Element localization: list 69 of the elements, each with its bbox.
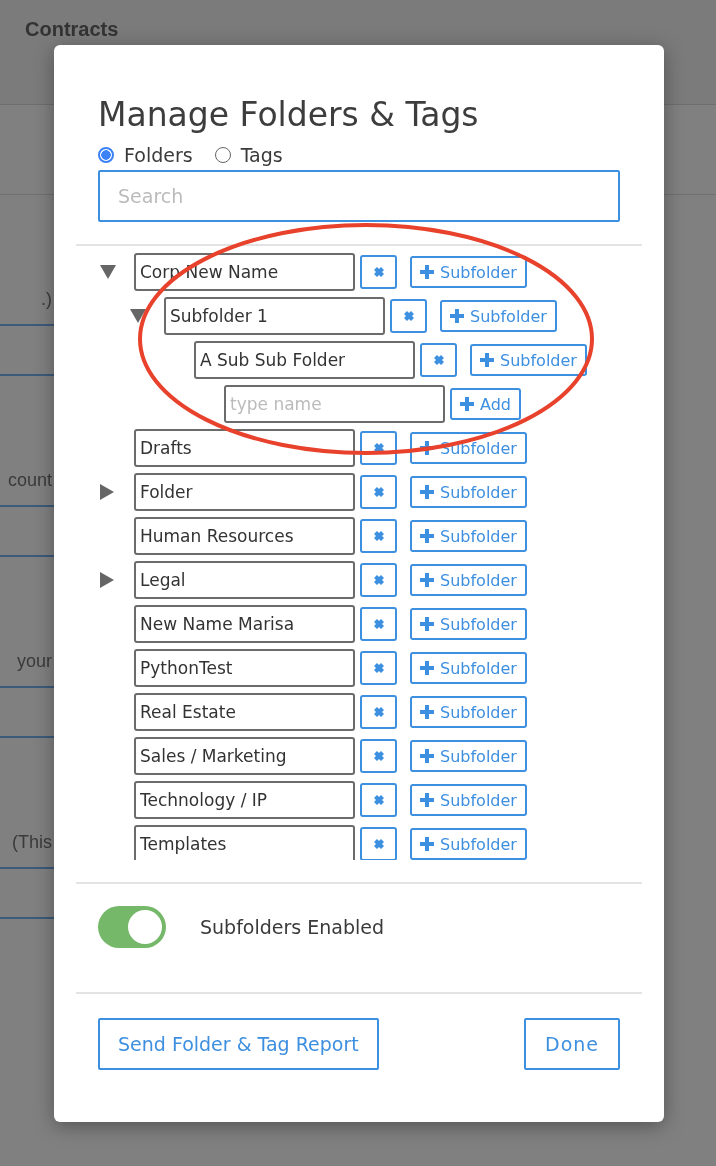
delete-button[interactable] [360,651,397,685]
add-subfolder-button[interactable]: Subfolder [410,828,527,860]
delete-button[interactable] [360,827,397,860]
add-subfolder-button[interactable]: Subfolder [410,608,527,640]
plus-icon [450,309,464,323]
folder-name-field[interactable]: Drafts [134,429,355,467]
folder-name-field[interactable]: Subfolder 1 [164,297,385,335]
plus-icon [420,793,434,807]
add-subfolder-button[interactable]: Subfolder [410,652,527,684]
expand-triangle-icon[interactable] [100,265,116,279]
delete-button[interactable] [360,255,397,289]
dialog-title: Manage Folders & Tags [98,95,480,134]
new-folder-field[interactable]: type name [224,385,445,423]
radio-label[interactable]: Folders [124,144,193,166]
radio-label[interactable]: Tags [240,144,283,166]
folder-name-field[interactable]: Sales / Marketing [134,737,355,775]
folder-name-field[interactable]: Technology / IP [134,781,355,819]
add-subfolder-button[interactable]: Subfolder [470,344,587,376]
plus-icon [420,661,434,675]
add-subfolder-button[interactable]: Subfolder [410,256,527,288]
folder-name-field[interactable]: A Sub Sub Folder [194,341,415,379]
delete-button[interactable] [360,607,397,641]
toggle-switch[interactable] [98,906,166,948]
folder-name-field[interactable]: Templates [134,825,355,860]
collapse-triangle-icon[interactable] [100,484,114,500]
add-subfolder-button[interactable]: Subfolder [410,476,527,508]
row-text: your [17,651,52,672]
plus-icon [420,617,434,631]
delete-button[interactable] [420,343,457,377]
folder-name-field[interactable]: Folder [134,473,355,511]
add-subfolder-button[interactable]: Subfolder [410,784,527,816]
done-button[interactable]: Done [524,1018,620,1070]
plus-icon [420,705,434,719]
row-text: .) [41,289,52,310]
folder-name-field[interactable]: PythonTest [134,649,355,687]
folder-name-field[interactable]: New Name Marisa [134,605,355,643]
add-subfolder-button[interactable]: Subfolder [410,696,527,728]
folder-name-field[interactable]: Human Resources [134,517,355,555]
add-subfolder-button[interactable]: Subfolder [410,740,527,772]
add-button[interactable]: Add [450,388,521,420]
delete-button[interactable] [360,783,397,817]
plus-icon [420,485,434,499]
row-text: count [7,470,52,491]
search-field[interactable]: Search [98,170,620,222]
send-report-button[interactable]: Send Folder & Tag Report [98,1018,379,1070]
delete-button[interactable] [360,475,397,509]
delete-button[interactable] [360,739,397,773]
folder-name-field[interactable]: Legal [134,561,355,599]
delete-button[interactable] [360,563,397,597]
toggle-label: Subfolders Enabled [200,916,385,938]
folder-name-field[interactable]: Real Estate [134,693,355,731]
delete-button[interactable] [390,299,427,333]
delete-button[interactable] [360,695,397,729]
add-subfolder-button[interactable]: Subfolder [410,564,527,596]
plus-icon [460,397,474,411]
radio-button[interactable] [98,147,114,163]
plus-icon [420,749,434,763]
plus-icon [420,837,434,851]
row-text: (This [12,832,52,853]
expand-triangle-icon[interactable] [130,309,146,323]
plus-icon [420,265,434,279]
collapse-triangle-icon[interactable] [100,572,114,588]
add-subfolder-button[interactable]: Subfolder [410,520,527,552]
page-title: Contracts [25,18,120,41]
plus-icon [480,353,494,367]
delete-button[interactable] [360,519,397,553]
add-subfolder-button[interactable]: Subfolder [440,300,557,332]
plus-icon [420,573,434,587]
plus-icon [420,529,434,543]
